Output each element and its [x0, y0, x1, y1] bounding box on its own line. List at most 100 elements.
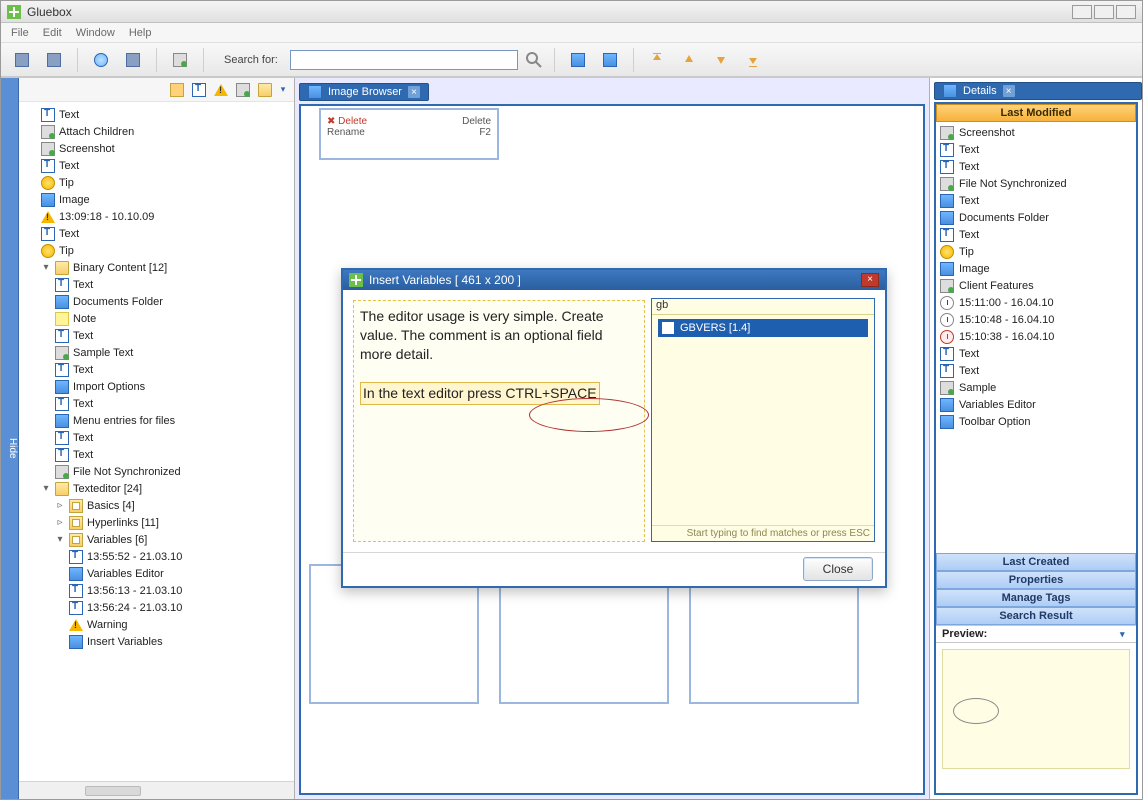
list-item[interactable]: Text — [940, 192, 1132, 209]
scr-filter-icon[interactable] — [234, 81, 252, 99]
menu-help[interactable]: Help — [129, 27, 152, 39]
search-icon[interactable] — [524, 50, 544, 70]
save-button[interactable] — [9, 47, 35, 73]
tree-item[interactable]: Image — [39, 191, 294, 208]
menu-window[interactable]: Window — [76, 27, 115, 39]
text-icon — [41, 108, 55, 122]
tree-item[interactable]: Variables Editor — [67, 565, 294, 582]
tab-close-icon[interactable]: × — [1003, 85, 1015, 97]
list-item[interactable]: Tip — [940, 243, 1132, 260]
tab-close-icon[interactable]: × — [408, 86, 420, 98]
tree-item[interactable]: Text — [39, 225, 294, 242]
list-item[interactable]: Screenshot — [940, 124, 1132, 141]
pin-icon[interactable] — [168, 81, 186, 99]
tree-item[interactable]: Documents Folder — [53, 293, 294, 310]
tree-item[interactable]: Import Options — [53, 378, 294, 395]
tree-item[interactable]: Attach Children — [39, 123, 294, 140]
move-top-button[interactable] — [644, 47, 670, 73]
list-item[interactable]: Text — [940, 345, 1132, 362]
tree-folder[interactable]: ▾Texteditor [24] — [39, 480, 294, 497]
list-item[interactable]: Image — [940, 260, 1132, 277]
tree-folder[interactable]: ▾Variables [6] — [53, 531, 294, 548]
tree-item[interactable]: Text — [53, 446, 294, 463]
list-item[interactable]: Client Features — [940, 277, 1132, 294]
move-up-button[interactable] — [676, 47, 702, 73]
preview-header[interactable]: Preview:▾ — [936, 625, 1136, 643]
tree-item[interactable]: Screenshot — [39, 140, 294, 157]
list-item[interactable]: Variables Editor — [940, 396, 1132, 413]
tree-item[interactable]: Tip — [39, 242, 294, 259]
close-window-button[interactable] — [1116, 5, 1136, 19]
list-item[interactable]: 15:10:38 - 16.04.10 — [940, 328, 1132, 345]
tree-item[interactable]: Text — [53, 276, 294, 293]
tree-item[interactable]: 13:56:24 - 21.03.10 — [67, 599, 294, 616]
list-item[interactable]: Toolbar Option — [940, 413, 1132, 430]
dialog-titlebar[interactable]: Insert Variables [ 461 x 200 ] × — [343, 270, 885, 290]
tree-item[interactable]: Text — [39, 106, 294, 123]
tree-item[interactable]: Text — [39, 157, 294, 174]
tree-hscroll[interactable] — [19, 781, 294, 799]
accordion-search-result[interactable]: Search Result — [936, 607, 1136, 625]
tree-folder[interactable]: ▹Hyperlinks [11] — [53, 514, 294, 531]
menu-file[interactable]: File — [11, 27, 29, 39]
list-item[interactable]: Text — [940, 226, 1132, 243]
tab-details[interactable]: Details × — [934, 82, 1142, 100]
tree-item[interactable]: 13:09:18 - 10.10.09 — [39, 208, 294, 225]
accordion-last-modified[interactable]: Last Modified — [936, 104, 1136, 122]
save-all-button[interactable] — [41, 47, 67, 73]
move-bottom-button[interactable] — [740, 47, 766, 73]
tree-item[interactable]: Insert Variables — [67, 633, 294, 650]
details-list[interactable]: Screenshot Text Text File Not Synchroniz… — [936, 122, 1136, 553]
tree-item[interactable]: Text — [53, 327, 294, 344]
minimize-button[interactable] — [1072, 5, 1092, 19]
text-filter-icon[interactable] — [190, 81, 208, 99]
dialog-close-icon[interactable]: × — [861, 273, 879, 287]
tree-item[interactable]: Warning — [67, 616, 294, 633]
save-web-button[interactable] — [120, 47, 146, 73]
list-item[interactable]: 15:10:48 - 16.04.10 — [940, 311, 1132, 328]
scroll-thumb[interactable] — [85, 786, 141, 796]
tree-item[interactable]: Text — [53, 395, 294, 412]
titlebar[interactable]: Gluebox — [1, 1, 1142, 23]
chevron-down-icon[interactable]: ▾ — [1120, 629, 1130, 640]
tree-item[interactable]: Text — [53, 361, 294, 378]
tree-item[interactable]: 13:56:13 - 21.03.10 — [67, 582, 294, 599]
tree-folder[interactable]: ▹Basics [4] — [53, 497, 294, 514]
list-item[interactable]: File Not Synchronized — [940, 175, 1132, 192]
list-item[interactable]: Text — [940, 362, 1132, 379]
accordion-properties[interactable]: Properties — [936, 571, 1136, 589]
tree-item[interactable]: File Not Synchronized — [53, 463, 294, 480]
tree-item[interactable]: Sample Text — [53, 344, 294, 361]
close-button[interactable]: Close — [803, 557, 873, 581]
list-item[interactable]: Documents Folder — [940, 209, 1132, 226]
maximize-button[interactable] — [1094, 5, 1114, 19]
list-item[interactable]: Text — [940, 141, 1132, 158]
tree[interactable]: Text Attach Children Screenshot Text Tip… — [19, 102, 294, 781]
accordion-manage-tags[interactable]: Manage Tags — [936, 589, 1136, 607]
autocomplete-item[interactable]: GBVERS [1.4] — [658, 319, 868, 337]
list-item[interactable]: Text — [940, 158, 1132, 175]
tree-item[interactable]: 13:55:52 - 21.03.10 — [67, 548, 294, 565]
globe-button[interactable] — [88, 47, 114, 73]
tree-item[interactable]: Menu entries for files — [53, 412, 294, 429]
text-editor[interactable]: The editor usage is very simple. Create … — [353, 300, 645, 542]
hide-handle[interactable]: Hide — [1, 78, 19, 799]
warn-filter-icon[interactable] — [212, 81, 230, 99]
tree-item[interactable]: Text — [53, 429, 294, 446]
list-item[interactable]: 15:11:00 - 16.04.10 — [940, 294, 1132, 311]
folder-filter-icon[interactable] — [256, 81, 274, 99]
autocomplete-input[interactable]: gb — [652, 299, 874, 315]
sidebar-menu-icon[interactable]: ▾ — [278, 81, 288, 99]
tree-item[interactable]: Tip — [39, 174, 294, 191]
layout2-button[interactable] — [597, 47, 623, 73]
tab-image-browser[interactable]: Image Browser × — [299, 83, 429, 101]
menu-edit[interactable]: Edit — [43, 27, 62, 39]
screenshot-button[interactable] — [167, 47, 193, 73]
move-down-button[interactable] — [708, 47, 734, 73]
tree-folder[interactable]: ▾Binary Content [12] — [39, 259, 294, 276]
list-item[interactable]: Sample — [940, 379, 1132, 396]
accordion-last-created[interactable]: Last Created — [936, 553, 1136, 571]
layout1-button[interactable] — [565, 47, 591, 73]
tree-item[interactable]: Note — [53, 310, 294, 327]
search-input[interactable] — [290, 50, 518, 70]
